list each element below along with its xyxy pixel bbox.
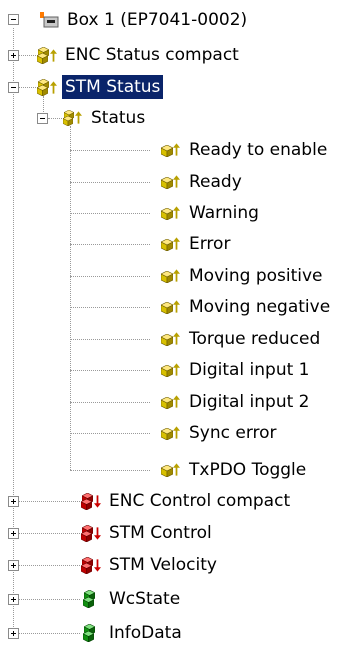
collapse-toggle-status[interactable]: [37, 113, 48, 124]
tree-node-box[interactable]: Box 1 (EP7041-0002): [38, 6, 250, 34]
tree-connector: [70, 470, 150, 471]
tree-node-label: WcState: [109, 589, 181, 609]
tree-connector: [18, 633, 80, 634]
input-variable-icon: [160, 140, 182, 160]
tree-node-label: ENC Status compact: [65, 45, 239, 65]
input-variable-icon: [160, 203, 182, 223]
tree-leaf-moving-negative[interactable]: Moving negative: [160, 293, 333, 321]
tree-connector: [18, 87, 38, 88]
tree-connector: [70, 213, 150, 214]
tree-leaf-digital-input-1[interactable]: Digital input 1: [160, 356, 313, 384]
tree-node-label: Ready: [189, 172, 242, 192]
input-variable-icon: [160, 297, 182, 317]
tree-leaf-digital-input-2[interactable]: Digital input 2: [160, 388, 313, 416]
tree-node-stm-velocity[interactable]: STM Velocity: [80, 551, 220, 579]
input-group-icon: [36, 77, 58, 97]
tree-connector: [13, 28, 14, 633]
tree-node-label: Sync error: [189, 423, 277, 443]
tree-connector: [70, 150, 150, 151]
tree-connector: [70, 244, 150, 245]
output-group-icon: [80, 491, 102, 511]
tree-connector: [70, 370, 150, 371]
tree-node-enc-status-compact[interactable]: ENC Status compact: [36, 41, 242, 69]
tree-connector: [70, 402, 150, 403]
tree-connector: [70, 126, 71, 470]
expand-toggle-infodata[interactable]: [8, 628, 19, 639]
tree-node-label: Status: [91, 108, 146, 128]
io-tree[interactable]: Box 1 (EP7041-0002) ENC Status compact S…: [0, 0, 351, 645]
tree-connector: [70, 307, 150, 308]
input-variable-group-icon: [62, 108, 84, 128]
tree-leaf-error[interactable]: Error: [160, 230, 233, 258]
expand-toggle-enc-status-compact[interactable]: [8, 50, 19, 61]
tree-connector: [70, 276, 150, 277]
tree-connector: [18, 565, 80, 566]
tree-node-label: Moving positive: [189, 266, 323, 286]
tree-leaf-sync-error[interactable]: Sync error: [160, 419, 280, 447]
tree-node-label: ENC Control compact: [109, 491, 291, 511]
tree-node-label: Error: [189, 234, 231, 254]
expand-toggle-enc-control-compact[interactable]: [8, 496, 19, 507]
input-variable-icon: [160, 329, 182, 349]
tree-leaf-txpdo-toggle[interactable]: TxPDO Toggle: [160, 456, 309, 484]
expand-toggle-stm-velocity[interactable]: [8, 560, 19, 571]
tree-connector: [18, 501, 80, 502]
tree-node-label: TxPDO Toggle: [189, 460, 307, 480]
input-variable-icon: [160, 172, 182, 192]
expand-toggle-stm-control[interactable]: [8, 528, 19, 539]
tree-leaf-moving-positive[interactable]: Moving positive: [160, 262, 326, 290]
tree-node-label-selected: STM Status: [62, 75, 164, 99]
tree-node-label: Moving negative: [189, 297, 331, 317]
input-group-icon: [36, 45, 58, 65]
status-group-icon: [80, 589, 102, 609]
tree-connector: [18, 599, 80, 600]
tree-node-label: STM Velocity: [109, 555, 217, 575]
tree-node-label: InfoData: [109, 623, 182, 643]
tree-leaf-ready-to-enable[interactable]: Ready to enable: [160, 136, 330, 164]
tree-node-label: Torque reduced: [189, 329, 321, 349]
status-group-icon: [80, 623, 102, 643]
tree-node-label: Warning: [189, 203, 259, 223]
collapse-toggle-box[interactable]: [8, 14, 19, 25]
expand-toggle-wcstate[interactable]: [8, 594, 19, 605]
tree-node-infodata[interactable]: InfoData: [80, 619, 185, 647]
tree-node-stm-control[interactable]: STM Control: [80, 519, 215, 547]
input-variable-icon: [160, 460, 182, 480]
input-variable-icon: [160, 234, 182, 254]
input-variable-icon: [160, 266, 182, 286]
tree-connector: [70, 433, 150, 434]
tree-connector: [18, 533, 80, 534]
tree-node-label: STM Control: [109, 523, 212, 543]
output-group-icon: [80, 523, 102, 543]
tree-connector: [70, 182, 150, 183]
input-variable-icon: [160, 360, 182, 380]
tree-connector: [18, 55, 38, 56]
output-group-icon: [80, 555, 102, 575]
tree-connector: [70, 339, 150, 340]
collapse-toggle-stm-status[interactable]: [8, 82, 19, 93]
tree-node-status[interactable]: Status: [62, 104, 148, 132]
tree-leaf-warning[interactable]: Warning: [160, 199, 262, 227]
input-variable-icon: [160, 392, 182, 412]
tree-leaf-torque-reduced[interactable]: Torque reduced: [160, 325, 323, 353]
box-device-icon: [38, 10, 60, 30]
tree-node-wcstate[interactable]: WcState: [80, 585, 183, 613]
tree-node-stm-status[interactable]: STM Status: [36, 73, 164, 101]
tree-node-label: Box 1 (EP7041-0002): [67, 10, 248, 30]
input-variable-icon: [160, 423, 182, 443]
tree-node-label: Digital input 2: [189, 392, 310, 412]
tree-node-label: Ready to enable: [189, 140, 328, 160]
tree-node-label: Digital input 1: [189, 360, 310, 380]
tree-leaf-ready[interactable]: Ready: [160, 168, 245, 196]
tree-node-enc-control-compact[interactable]: ENC Control compact: [80, 487, 293, 515]
